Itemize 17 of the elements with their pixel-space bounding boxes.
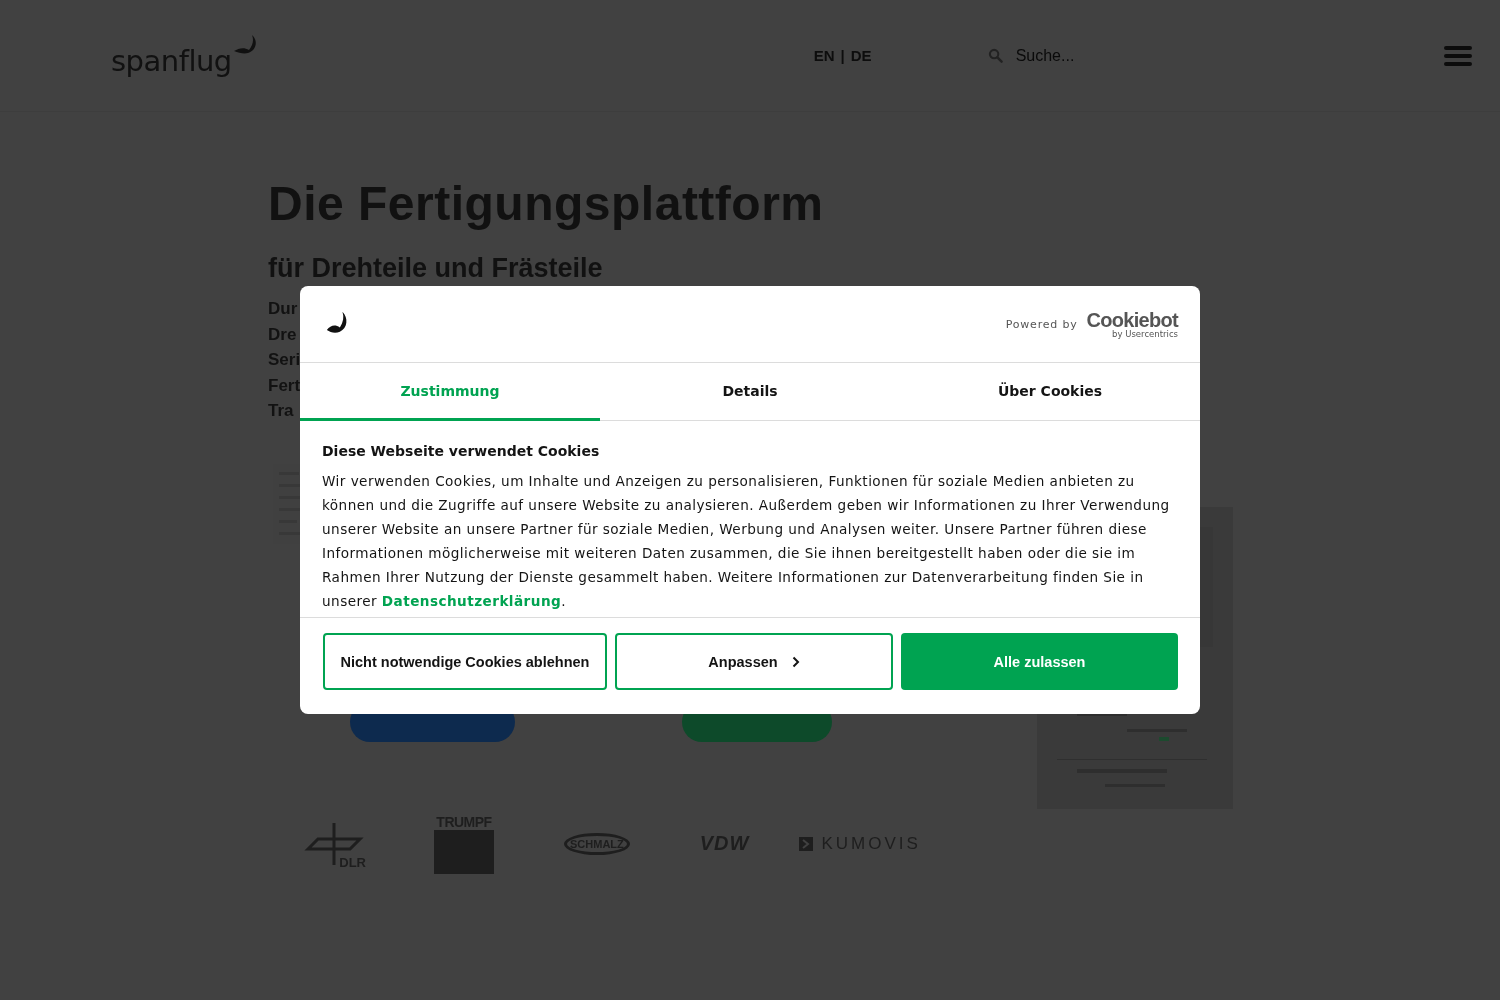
privacy-link[interactable]: Datenschutzerklärung [381,593,562,609]
tab[interactable]: Details [600,363,900,421]
separator: | [840,47,845,64]
customize-button[interactable]: Anpassen [615,633,893,690]
search-field[interactable]: Suche... [1013,45,1318,66]
tab[interactable]: Über Cookies [900,363,1200,421]
accept-button[interactable]: Alle zulassen [901,633,1178,690]
decline-button[interactable]: Nicht notwendige Cookies ablehnen [323,633,607,690]
chevron-icon [791,655,800,668]
powered-by-text: Powered by [1005,317,1078,331]
logo-icon [434,829,494,874]
brand-logo[interactable]: Cookiebot by Usercentrics [1086,309,1178,339]
logo-icon [304,820,364,867]
logo-icon [799,836,814,851]
body-text: Wir verwenden Cookies, um Inhalte und Anzeigen zu personalisieren, Funktionen für soziale Medien anbieten zu können und die Zugriffe auf unsere Website zu analysieren. Außerdem geben wir Informationen zu Ihrer Verwendung unserer Website an unsere Partner für soziale Medien, Werbung und Analysen weiter. Unsere Partner führen diese Informationen möglicherweise mit weiteren Daten zusammen, die Sie ihnen bereitgestellt haben oder die sie im Rahmen Ihrer Nutzung der Dienste gesammelt haben. Weitere Informationen zur Datenverarbeitung finden Sie in unserer Datenschutzerklärung. [322,472,1171,611]
dialog-heading: Diese Webseite verwendet Cookies [322,443,601,459]
tab[interactable]: Zustimmung [300,363,600,421]
